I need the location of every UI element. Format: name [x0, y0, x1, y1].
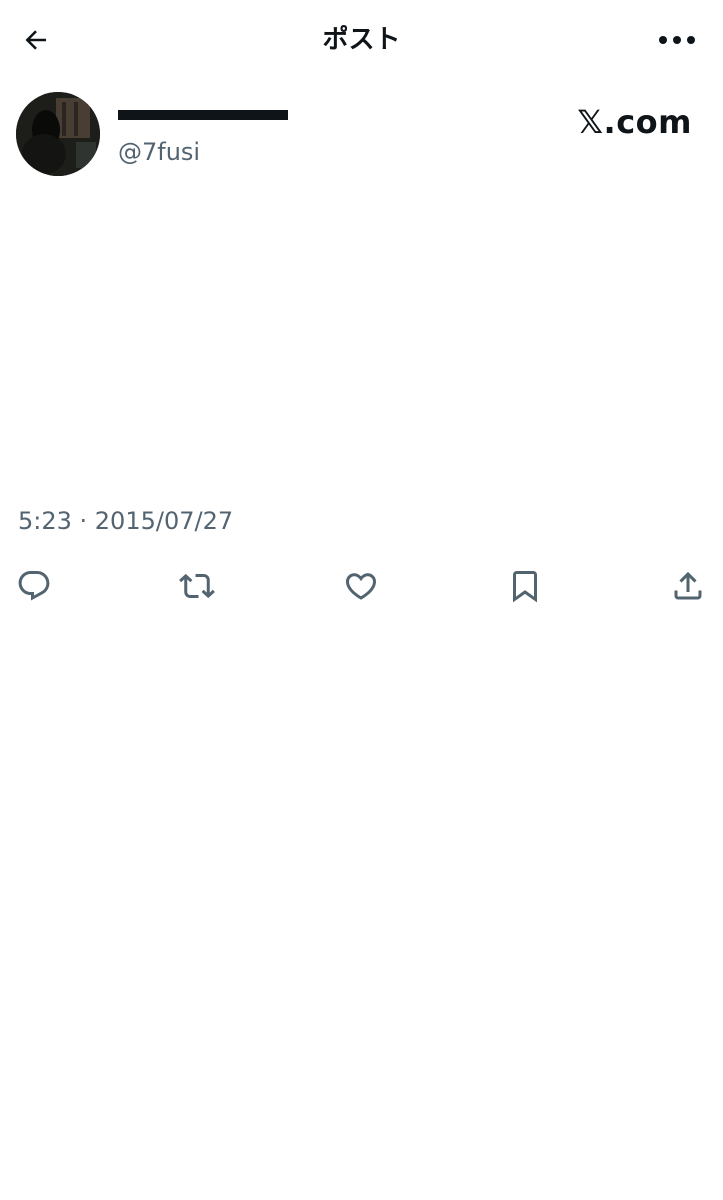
more-horizontal-icon	[659, 36, 695, 44]
bookmark-button[interactable]	[505, 566, 545, 606]
page-title: ポスト	[322, 25, 401, 55]
action-bar	[0, 562, 723, 608]
share-button[interactable]	[668, 566, 708, 606]
x-com-logo: 𝕏.com	[577, 103, 692, 141]
more-options-button[interactable]	[657, 22, 697, 58]
reply-button[interactable]	[14, 566, 54, 606]
post-detail-page: ポスト @7fusi 𝕏.com 5:23 · 2015/07/27	[0, 0, 723, 1200]
reply-icon	[18, 571, 50, 601]
author-block: @7fusi 𝕏.com	[16, 92, 706, 178]
avatar[interactable]	[16, 92, 100, 176]
like-icon	[345, 573, 377, 600]
name-redaction-bar	[118, 110, 288, 120]
share-icon	[674, 571, 702, 600]
avatar-image	[16, 92, 100, 176]
repost-icon	[179, 573, 215, 599]
post-timestamp[interactable]: 5:23 · 2015/07/27	[18, 504, 233, 538]
repost-button[interactable]	[177, 566, 217, 606]
user-handle[interactable]: @7fusi	[118, 136, 200, 168]
like-button[interactable]	[341, 566, 381, 606]
top-bar: ポスト	[0, 0, 723, 80]
bookmark-icon	[513, 571, 537, 603]
